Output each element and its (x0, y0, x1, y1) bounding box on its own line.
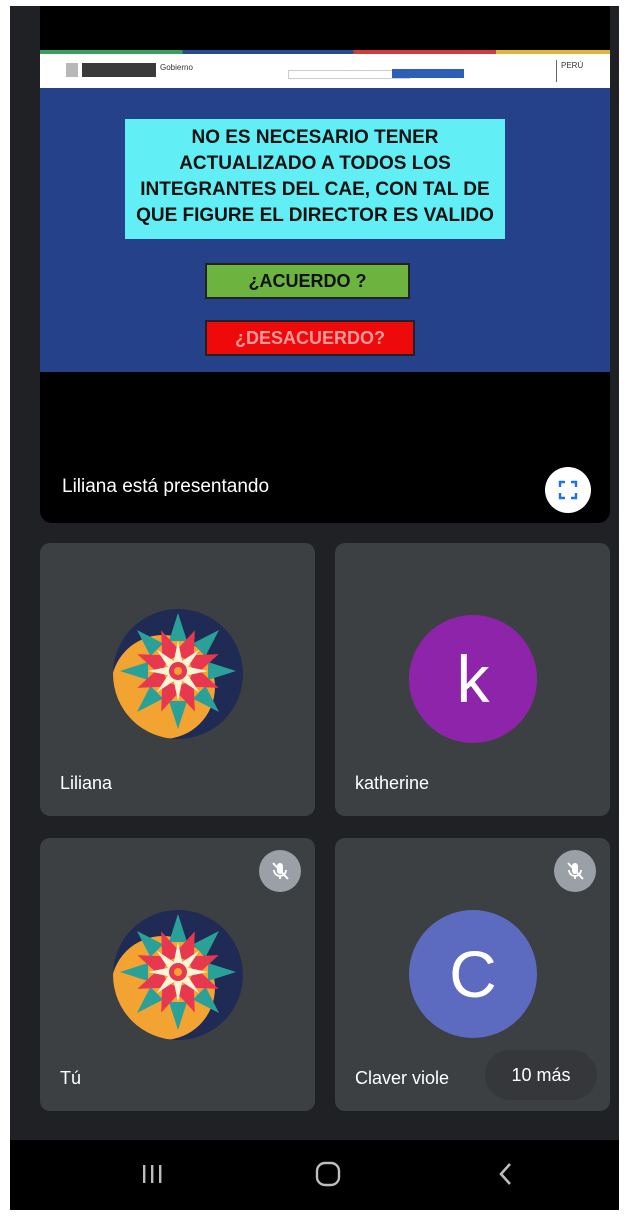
slide-header-logo (66, 63, 156, 77)
participant-tile-self[interactable]: Tú (40, 838, 315, 1111)
avatar (113, 609, 243, 739)
fullscreen-icon (558, 480, 578, 500)
presentation-tile[interactable]: Gobierno PERÚ NO ES NECESARIO TENER ACTU… (40, 6, 610, 523)
slide-agree-box: ¿ACUERDO ? (205, 263, 410, 299)
slide-header-button (392, 69, 464, 78)
fullscreen-button[interactable] (545, 467, 591, 513)
mic-off-indicator (259, 850, 301, 892)
mandala-image (113, 609, 243, 739)
slide-header-right-logo: PERÚ (556, 60, 596, 82)
mic-off-indicator (554, 850, 596, 892)
more-participants-button[interactable]: 10 más (485, 1050, 597, 1100)
recent-apps-icon (143, 1165, 162, 1183)
mic-off-icon (272, 862, 289, 880)
slide-message: NO ES NECESARIO TENER ACTUALIZADO A TODO… (125, 119, 505, 239)
home-button[interactable] (298, 1154, 358, 1194)
avatar: k (409, 615, 537, 743)
back-button[interactable] (476, 1154, 536, 1194)
home-icon (315, 1161, 341, 1187)
avatar (113, 910, 243, 1040)
participant-name: Tú (60, 1068, 82, 1088)
participant-name: Claver viole (355, 1068, 450, 1088)
presenter-label: Liliana está presentando (62, 476, 270, 497)
participant-tile-liliana[interactable]: Liliana (40, 543, 315, 816)
avatar: C (409, 910, 537, 1038)
participant-name: katherine (355, 773, 430, 793)
slide-header: Gobierno PERÚ (40, 54, 610, 88)
back-icon (499, 1163, 511, 1185)
participant-tile-claver[interactable]: C Claver viole 10 más (335, 838, 610, 1111)
system-navigation-bar (10, 1140, 619, 1210)
shared-slide: Gobierno PERÚ NO ES NECESARIO TENER ACTU… (40, 50, 610, 372)
meeting-screen: Gobierno PERÚ NO ES NECESARIO TENER ACTU… (10, 6, 619, 1210)
participant-name: Liliana (60, 773, 113, 793)
recent-apps-button[interactable] (122, 1154, 182, 1194)
mic-off-icon (567, 862, 584, 880)
slide-disagree-box: ¿DESACUERDO? (205, 320, 415, 356)
slide-header-logo-text: Gobierno (160, 63, 193, 72)
mandala-image (113, 910, 243, 1040)
participant-tile-katherine[interactable]: k katherine (335, 543, 610, 816)
